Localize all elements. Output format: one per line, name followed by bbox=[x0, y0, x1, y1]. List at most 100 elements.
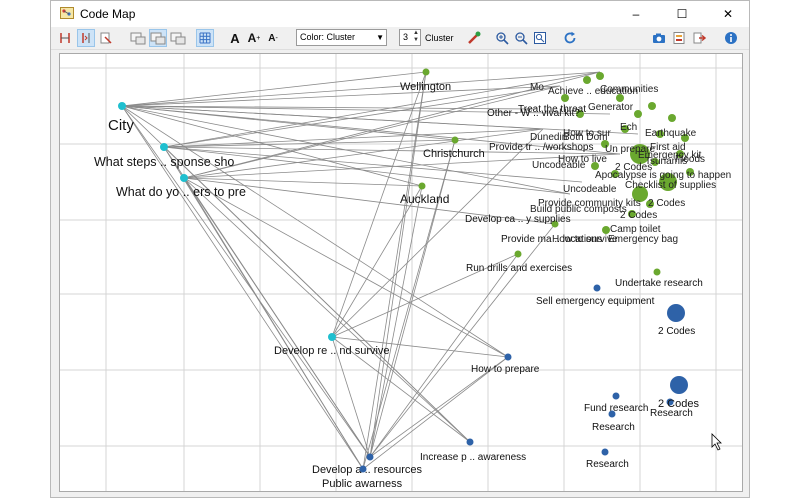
node-city[interactable] bbox=[118, 102, 126, 110]
filter-button[interactable] bbox=[98, 29, 114, 47]
node-undertake-research[interactable] bbox=[653, 268, 661, 276]
node-label-run-drills: Run drills and exercises bbox=[466, 263, 572, 274]
refresh-icon bbox=[564, 31, 576, 44]
node-research-1[interactable] bbox=[608, 410, 616, 418]
node-auckland[interactable] bbox=[418, 182, 426, 190]
zoom-in-icon bbox=[496, 32, 509, 45]
help-button[interactable] bbox=[723, 29, 739, 47]
node-label-develop-supplies: Develop ca .. y supplies bbox=[465, 214, 571, 225]
cluster-label-text: Uncodeable bbox=[563, 184, 617, 195]
zoom-in-button[interactable] bbox=[494, 29, 510, 47]
node-label-how-to-prepare: How to prepare bbox=[471, 364, 540, 375]
minimize-button[interactable]: – bbox=[613, 1, 659, 27]
cluster-label-text: Generator bbox=[588, 102, 634, 113]
close-icon: ✕ bbox=[722, 7, 734, 21]
nodes: City What steps .. sponse sho What do yo… bbox=[94, 68, 703, 490]
cluster-label: Cluster bbox=[425, 33, 454, 43]
report-icon bbox=[673, 32, 685, 44]
zoom-out-button[interactable] bbox=[513, 29, 529, 47]
node-label-research-1: Research bbox=[592, 422, 635, 433]
node-label-public-awareness: Public awarness bbox=[322, 478, 403, 490]
node-label-increase-awareness: Increase p .. awareness bbox=[420, 452, 526, 463]
close-button[interactable]: ✕ bbox=[705, 1, 751, 27]
cluster-count-spinner[interactable]: 3 ▲ ▼ bbox=[399, 29, 421, 46]
toggle-layout-button[interactable] bbox=[57, 29, 73, 47]
code-map-graph[interactable]: Mo Achieve .. education Communities Gene… bbox=[60, 54, 743, 492]
color-link-button[interactable] bbox=[465, 29, 483, 47]
cluster-label-text: Mo bbox=[530, 82, 544, 93]
export-image-button[interactable] bbox=[651, 29, 667, 47]
view-mode-3-button[interactable] bbox=[169, 29, 187, 47]
node-wellington[interactable] bbox=[422, 68, 430, 76]
font-increase-button[interactable]: A + bbox=[246, 29, 262, 47]
cluster-count-value: 3 bbox=[403, 32, 409, 42]
color-mode-value: Color: Cluster bbox=[300, 32, 356, 42]
grid-lines bbox=[60, 54, 742, 491]
fit-to-window-button[interactable] bbox=[532, 29, 548, 47]
node-label-provide-locations: Provide ma .. locations bbox=[501, 234, 602, 245]
node-label-research-2: Research bbox=[586, 459, 629, 470]
font-decrease-icon: A bbox=[268, 32, 276, 44]
cluster-label-text: Communities bbox=[600, 84, 658, 95]
zoom-fit-icon bbox=[534, 32, 546, 44]
code-map-canvas[interactable]: Mo Achieve .. education Communities Gene… bbox=[59, 53, 743, 492]
cluster-label-text: Checklist of supplies bbox=[625, 180, 716, 191]
chevron-down-icon: ▼ bbox=[376, 33, 384, 42]
title-bar: Code Map – ☐ ✕ bbox=[51, 1, 749, 27]
color-mode-select[interactable]: Color: Cluster ▼ bbox=[296, 29, 387, 46]
cluster-label-text: How to live bbox=[558, 154, 607, 165]
node-label-2-codes-b: 2 Codes bbox=[658, 398, 699, 410]
node-develop-survive[interactable] bbox=[328, 333, 336, 341]
node-label-christchurch: Christchurch bbox=[423, 148, 485, 160]
view-mode-1-icon bbox=[130, 32, 146, 45]
refresh-button[interactable] bbox=[562, 29, 578, 47]
cluster-label-text: 2 Codes bbox=[648, 198, 685, 209]
export-report-button[interactable] bbox=[671, 29, 687, 47]
node-label-what-do-you: What do yo .. ers to pre bbox=[116, 185, 246, 199]
exit-button[interactable] bbox=[691, 29, 707, 47]
node-label-develop-resources: Develop a .. resources bbox=[312, 464, 423, 476]
font-decrease-button[interactable]: A- bbox=[265, 29, 281, 47]
view-mode-2-icon bbox=[150, 32, 166, 45]
node-fund-research[interactable] bbox=[612, 392, 620, 400]
maximize-icon: ☐ bbox=[676, 7, 688, 21]
node-label-provide-workshops: Provide tr .. /workshops bbox=[489, 142, 593, 153]
node-run-drills[interactable] bbox=[514, 250, 522, 258]
cluster-label-text: Earthquake bbox=[645, 128, 697, 139]
node-christchurch[interactable] bbox=[451, 136, 459, 144]
info-icon bbox=[725, 32, 737, 44]
node-links-icon bbox=[60, 33, 70, 43]
node-research-2[interactable] bbox=[601, 448, 609, 456]
view-mode-1-button[interactable] bbox=[129, 29, 147, 47]
zoom-out-icon bbox=[515, 32, 528, 45]
spinner-arrows-icon: ▲ ▼ bbox=[413, 30, 419, 43]
color-picker-icon bbox=[468, 31, 481, 44]
node-what-do-you[interactable] bbox=[180, 174, 188, 182]
cluster-label-text: How to sur bbox=[563, 128, 611, 139]
node-label-auckland: Auckland bbox=[400, 192, 449, 206]
vertical-nodes-icon bbox=[82, 33, 90, 43]
node-label-what-steps: What steps .. sponse sho bbox=[94, 155, 234, 169]
document-filter-icon bbox=[100, 32, 112, 44]
view-mode-2-button[interactable] bbox=[149, 29, 167, 47]
maximize-button[interactable]: ☐ bbox=[659, 1, 705, 27]
node-what-steps[interactable] bbox=[160, 143, 168, 151]
node-develop-resources[interactable] bbox=[366, 453, 374, 461]
node-public-awareness[interactable] bbox=[359, 465, 367, 473]
node-how-to-prepare[interactable] bbox=[504, 353, 512, 361]
node-2-codes-a[interactable] bbox=[667, 304, 685, 322]
cluster-label-text: 2 Codes bbox=[620, 210, 657, 221]
node-label-sell-equipment: Sell emergency equipment bbox=[536, 296, 655, 307]
node-2-codes-b[interactable] bbox=[670, 376, 688, 394]
font-default-icon: A bbox=[230, 30, 240, 46]
minimize-icon: – bbox=[632, 7, 640, 21]
node-increase-awareness[interactable] bbox=[466, 438, 474, 446]
node-label-develop-survive: Develop re .. nd survive bbox=[274, 345, 390, 357]
node-label-undertake-research: Undertake research bbox=[615, 278, 703, 289]
view-mode-3-icon bbox=[170, 32, 186, 45]
node-sell-equipment[interactable] bbox=[593, 284, 601, 292]
font-default-button[interactable]: A bbox=[227, 29, 243, 47]
grid-toggle-button[interactable] bbox=[196, 29, 214, 47]
code-map-app-icon bbox=[60, 7, 74, 19]
vertical-layout-button[interactable] bbox=[77, 29, 95, 47]
